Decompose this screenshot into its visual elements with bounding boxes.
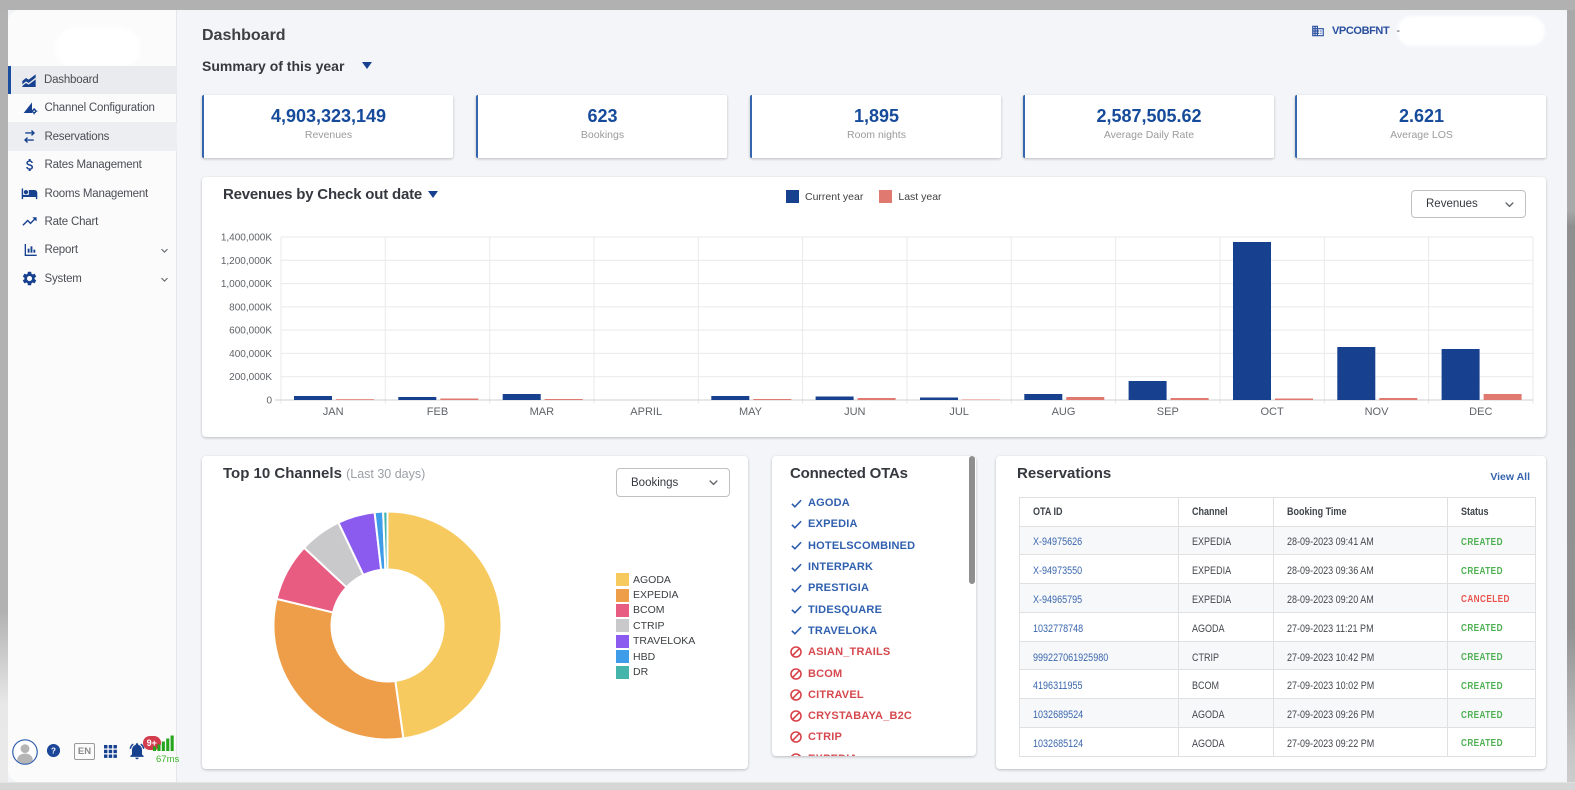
svg-text:600,000K: 600,000K: [229, 326, 272, 337]
svg-text:NOV: NOV: [1365, 406, 1390, 418]
svg-text:MAY: MAY: [739, 406, 763, 418]
svg-text:JUN: JUN: [844, 406, 865, 418]
svg-text:?: ?: [51, 746, 56, 755]
svg-text:APRIL: APRIL: [630, 406, 662, 418]
svg-text:SEP: SEP: [1157, 406, 1179, 418]
svg-text:0: 0: [266, 396, 272, 407]
svg-text:JUL: JUL: [949, 406, 969, 418]
svg-text:200,000K: 200,000K: [229, 372, 272, 383]
svg-text:400,000K: 400,000K: [229, 349, 272, 360]
svg-text:FEB: FEB: [427, 406, 448, 418]
svg-text:1,200,000K: 1,200,000K: [221, 256, 272, 267]
svg-text:OCT: OCT: [1260, 406, 1284, 418]
svg-text:JAN: JAN: [323, 406, 344, 418]
svg-text:1,000,000K: 1,000,000K: [221, 279, 272, 290]
svg-text:DEC: DEC: [1469, 406, 1492, 418]
svg-text:AUG: AUG: [1052, 406, 1076, 418]
svg-text:1,400,000K: 1,400,000K: [221, 233, 272, 244]
svg-text:800,000K: 800,000K: [229, 302, 272, 313]
svg-text:MAR: MAR: [530, 406, 555, 418]
